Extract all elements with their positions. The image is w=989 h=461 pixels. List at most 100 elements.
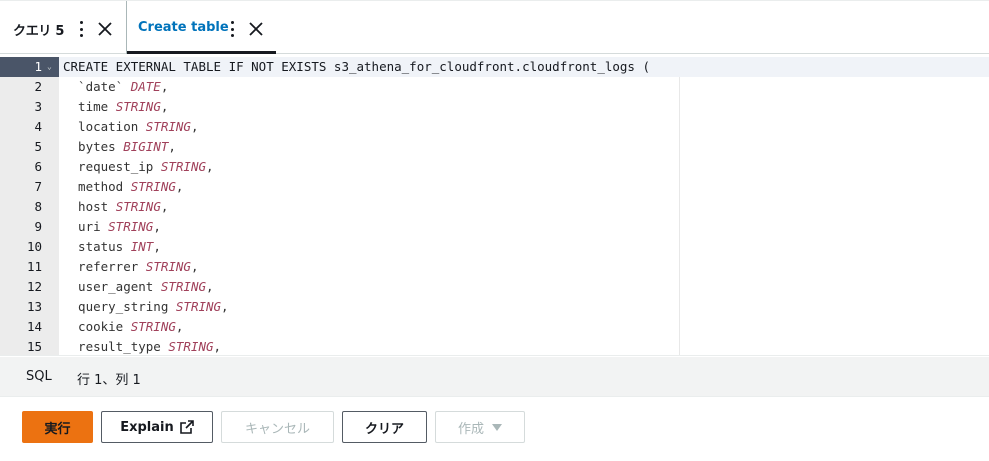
code-text: query_string STRING, xyxy=(63,297,229,317)
sql-type-token: STRING xyxy=(115,199,161,214)
run-button[interactable]: 実行 xyxy=(22,411,93,443)
sql-token: , xyxy=(221,299,229,314)
sql-token: CREATE EXTERNAL TABLE IF NOT EXISTS s3_a… xyxy=(63,59,650,74)
code-text: status INT, xyxy=(63,237,161,257)
tab-query-5[interactable]: クエリ 5 xyxy=(0,1,126,54)
code-text: request_ip STRING, xyxy=(63,157,214,177)
sql-type-token: STRING xyxy=(115,99,161,114)
sql-editor[interactable]: 1 ⌄ CREATE EXTERNAL TABLE IF NOT EXISTS s3… xyxy=(0,57,989,356)
line-number: 14 xyxy=(26,319,42,334)
sql-token: , xyxy=(206,159,214,174)
caret-down-icon xyxy=(492,423,502,431)
sql-token: , xyxy=(190,259,199,274)
sql-token: , xyxy=(160,79,169,94)
external-link-icon xyxy=(179,420,194,434)
line-number: 7 xyxy=(34,179,42,194)
sql-type-token: STRING xyxy=(108,219,154,234)
code-line[interactable]: 5 bytes BIGINT, xyxy=(0,137,989,157)
sql-token: query_string xyxy=(63,299,176,314)
code-line[interactable]: 2 `date` DATE, xyxy=(0,77,989,97)
code-line[interactable]: 4 location STRING, xyxy=(0,117,989,137)
sql-token: cookie xyxy=(63,319,131,334)
line-number: 9 xyxy=(34,219,42,234)
line-number: 15 xyxy=(26,339,42,354)
sql-token: host xyxy=(63,199,116,214)
status-language: SQL xyxy=(26,369,52,384)
code-text: host STRING, xyxy=(63,197,168,217)
line-number: 6 xyxy=(34,159,42,174)
kebab-menu-icon[interactable] xyxy=(79,21,83,37)
code-text: `date` DATE, xyxy=(63,77,168,97)
kebab-menu-icon[interactable] xyxy=(230,21,234,37)
sql-type-token: STRING xyxy=(145,119,191,134)
sql-token: , xyxy=(160,99,169,114)
code-text: cookie STRING, xyxy=(63,317,183,337)
sql-token: user_agent xyxy=(63,279,161,294)
line-number: 11 xyxy=(26,259,42,274)
line-number: 2 xyxy=(34,79,42,94)
code-line[interactable]: 13 query_string STRING, xyxy=(0,297,989,317)
close-icon[interactable] xyxy=(248,21,264,37)
clear-button[interactable]: クリア xyxy=(342,411,427,443)
sql-token: , xyxy=(206,279,214,294)
code-text: referrer STRING, xyxy=(63,257,198,277)
sql-type-token: STRING xyxy=(175,299,222,314)
sql-type-token: STRING xyxy=(160,279,206,294)
sql-token: method xyxy=(63,179,131,194)
sql-token: uri xyxy=(63,219,109,234)
code-text: user_agent STRING, xyxy=(63,277,214,297)
code-line[interactable]: 9 uri STRING, xyxy=(0,217,989,237)
fold-toggle-icon[interactable]: ⌄ xyxy=(47,57,52,77)
sql-type-token: INT xyxy=(130,239,154,254)
line-number: 4 xyxy=(34,119,42,134)
code-line[interactable]: 12 user_agent STRING, xyxy=(0,277,989,297)
line-number: 13 xyxy=(26,299,42,314)
sql-type-token: STRING xyxy=(130,179,176,194)
sql-token: , xyxy=(160,199,169,214)
code-line[interactable]: 11 referrer STRING, xyxy=(0,257,989,277)
sql-type-token: STRING xyxy=(168,339,214,354)
sql-token: result_type xyxy=(63,339,169,354)
sql-token: , xyxy=(153,239,161,254)
close-icon[interactable] xyxy=(97,21,113,37)
line-number: 5 xyxy=(34,139,42,154)
explain-button[interactable]: Explain xyxy=(101,411,213,443)
run-button-label: 実行 xyxy=(44,421,71,437)
line-number: 3 xyxy=(34,99,42,114)
sql-token: , xyxy=(213,339,222,354)
sql-token: , xyxy=(190,119,199,134)
clear-button-label: クリア xyxy=(364,421,404,437)
cancel-button-label: キャンセル xyxy=(244,421,310,437)
code-text: CREATE EXTERNAL TABLE IF NOT EXISTS s3_a… xyxy=(63,57,650,77)
code-text: time STRING, xyxy=(63,97,168,117)
sql-type-token: STRING xyxy=(160,159,206,174)
sql-type-token: DATE xyxy=(130,79,161,94)
cursor-position: 行 1、列 1 xyxy=(77,373,141,388)
code-line[interactable]: 7 method STRING, xyxy=(0,177,989,197)
sql-token: , xyxy=(175,319,184,334)
code-text: result_type STRING, xyxy=(63,337,222,355)
active-tab-indicator xyxy=(127,51,276,54)
sql-token: referrer xyxy=(63,259,146,274)
create-button[interactable]: 作成 xyxy=(435,411,525,443)
code-line[interactable]: 8 host STRING, xyxy=(0,197,989,217)
query-tab-bar: クエリ 5 Create table xyxy=(0,0,989,54)
sql-token: location xyxy=(63,119,146,134)
code-line[interactable]: 15 result_type STRING, xyxy=(0,337,989,355)
code-text: uri STRING, xyxy=(63,217,161,237)
code-line[interactable]: 1 ⌄ CREATE EXTERNAL TABLE IF NOT EXISTS s3… xyxy=(0,57,989,77)
code-line[interactable]: 6 request_ip STRING, xyxy=(0,157,989,177)
sql-token: , xyxy=(175,179,184,194)
code-line[interactable]: 14 cookie STRING, xyxy=(0,317,989,337)
editor-status-bar: SQL 行 1、列 1 xyxy=(0,357,989,397)
tab-label: Create table xyxy=(138,20,229,35)
sql-type-token: STRING xyxy=(130,319,176,334)
line-number: 8 xyxy=(34,199,42,214)
code-line[interactable]: 3 time STRING, xyxy=(0,97,989,117)
sql-token: , xyxy=(153,219,161,234)
code-text: location STRING, xyxy=(63,117,198,137)
tab-create-table[interactable]: Create table xyxy=(126,1,276,54)
sql-token: `date` xyxy=(63,79,131,94)
cancel-button[interactable]: キャンセル xyxy=(221,411,334,443)
code-line[interactable]: 10 status INT, xyxy=(0,237,989,257)
